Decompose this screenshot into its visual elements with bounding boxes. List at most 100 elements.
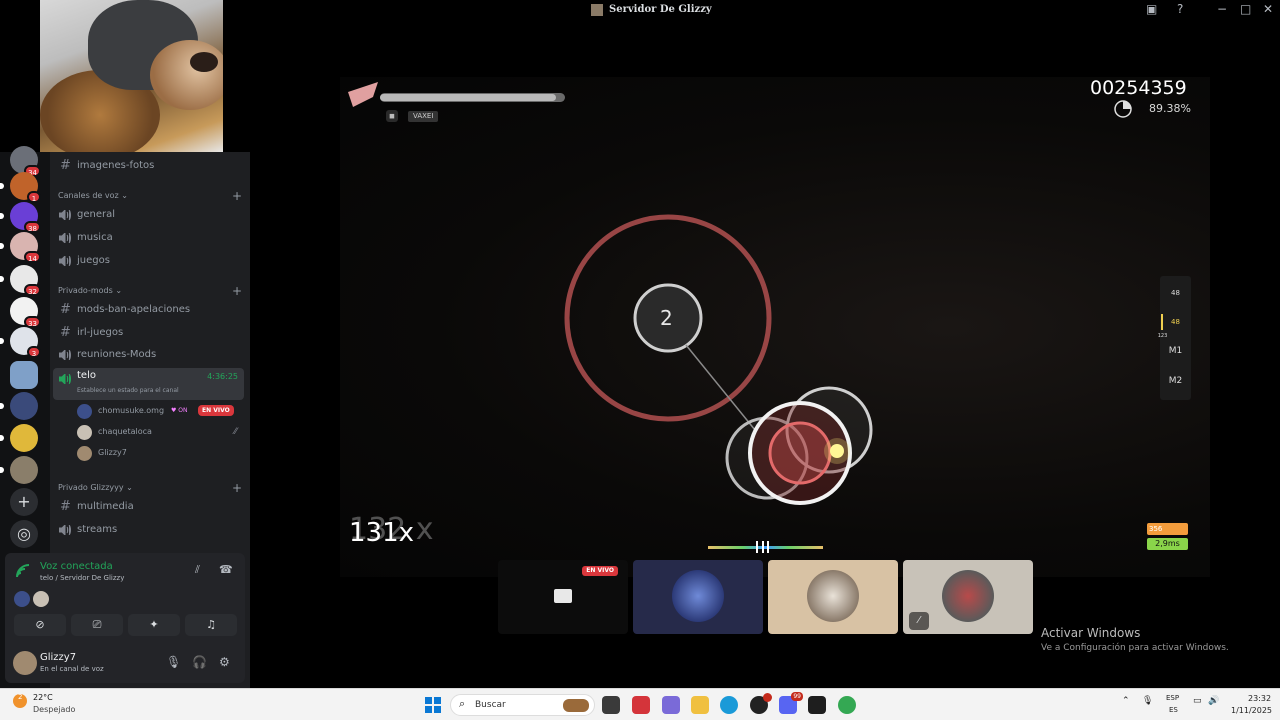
screen-share-icon: [554, 589, 572, 603]
channel-label: musica: [77, 232, 113, 243]
avatar: [807, 570, 859, 622]
microphone-icon[interactable]: 🎙: [166, 655, 181, 669]
help-icon[interactable]: ?: [1177, 2, 1183, 16]
channel-voice[interactable]: juegos: [58, 250, 244, 272]
steam-icon[interactable]: [750, 693, 772, 714]
channel-status-prompt[interactable]: Establece un estado para el canal: [77, 387, 179, 394]
close-button[interactable]: ✕: [1263, 2, 1273, 16]
server-icon[interactable]: 34: [10, 146, 41, 177]
share-screen-button[interactable]: ⎚: [71, 614, 123, 636]
voice-connected-subtitle[interactable]: telo / Servidor De Glizzy: [40, 574, 124, 582]
server-icon[interactable]: 33: [10, 297, 41, 328]
voice-timer: 4:36:25: [207, 372, 238, 381]
activities-button[interactable]: ✦: [128, 614, 180, 636]
participant-tile[interactable]: [768, 560, 898, 634]
speaker-icon: [59, 256, 71, 266]
server-icon-selected[interactable]: [10, 361, 38, 389]
voice-connected-panel: Voz conectada telo / Servidor De Glizzy …: [5, 553, 245, 683]
server-badge: 32: [24, 284, 41, 296]
channel-text[interactable]: # mods-ban-apelaciones: [58, 299, 244, 321]
server-icon[interactable]: 3: [0, 327, 41, 358]
category-header[interactable]: Privado-mods ⌄ +: [58, 283, 244, 299]
hit-circle-number: 2: [660, 306, 673, 330]
server-icon[interactable]: 14: [0, 232, 41, 263]
volume-icon[interactable]: 🔊: [1208, 696, 1219, 706]
speaker-icon: [59, 350, 71, 360]
discover-icon[interactable]: ◎: [10, 520, 38, 548]
add-channel-icon[interactable]: +: [232, 283, 242, 299]
terminal-icon[interactable]: [808, 696, 826, 714]
server-icon[interactable]: 1: [0, 172, 41, 203]
activity-extra: ON: [178, 407, 188, 414]
taskbar-search[interactable]: ⌕ Buscar: [450, 694, 595, 716]
channel-voice[interactable]: musica: [58, 227, 244, 249]
headphones-icon[interactable]: 🎧: [192, 655, 207, 669]
channel-voice[interactable]: streams: [58, 519, 244, 541]
chrome-icon[interactable]: [838, 696, 856, 714]
speaker-icon: [59, 525, 71, 535]
maximize-button[interactable]: □: [1240, 2, 1251, 16]
add-server-icon[interactable]: +: [10, 488, 38, 516]
channel-voice[interactable]: reuniones-Mods: [58, 344, 244, 366]
windows-start-icon[interactable]: [425, 697, 441, 713]
camera-button[interactable]: ⊘: [14, 614, 66, 636]
voice-connected-title: Voz conectada: [40, 561, 113, 572]
clock-time[interactable]: 23:32: [1248, 694, 1271, 703]
webcam-overlay: [40, 0, 223, 152]
server-icon[interactable]: [0, 456, 38, 484]
voice-user[interactable]: chomusuke.omg ♥ ON EN VIVO: [77, 401, 245, 421]
activate-windows-subtitle: Ve a Configuración para activar Windows.: [1041, 643, 1229, 653]
unread-pip: [0, 467, 4, 473]
channel-voice[interactable]: general: [58, 204, 244, 226]
category-header[interactable]: Canales de voz ⌄ +: [58, 188, 244, 204]
participant-tile[interactable]: ⁄: [903, 560, 1033, 634]
stream-tile[interactable]: EN VIVO: [498, 560, 628, 634]
active-voice-channel[interactable]: telo 4:36:25 Establece un estado para el…: [53, 368, 244, 400]
hit-error-tick: [756, 541, 758, 553]
unread-pip: [0, 338, 4, 344]
edge-icon[interactable]: [720, 696, 738, 714]
notification-dot: [763, 693, 772, 702]
settings-gear-icon[interactable]: ⚙: [219, 655, 230, 669]
inbox-icon[interactable]: ▣: [1146, 2, 1157, 16]
voice-user-name: chaquetaloca: [98, 427, 152, 436]
player-icon: ◼: [386, 110, 398, 122]
server-icon[interactable]: 38: [0, 202, 41, 233]
server-badge: 3: [27, 346, 41, 358]
hash-icon: #: [60, 158, 71, 173]
chevron-up-icon[interactable]: ⌃: [1122, 696, 1130, 706]
task-view-icon[interactable]: [602, 696, 620, 714]
user-avatar[interactable]: [13, 651, 37, 675]
active-hit-circle-inner: [768, 421, 832, 485]
channel-text[interactable]: # multimedia: [58, 496, 244, 518]
disconnect-icon[interactable]: ☎: [219, 563, 233, 576]
app-icon[interactable]: [632, 696, 650, 714]
discord-badge: 99: [791, 692, 803, 701]
microphone-icon[interactable]: 🎙: [1142, 696, 1153, 706]
noise-suppression-icon[interactable]: ⫽: [195, 563, 200, 577]
copilot-icon[interactable]: [662, 696, 680, 714]
server-icon[interactable]: [0, 392, 38, 420]
category-header[interactable]: Privado Glizzyyy ⌄ +: [58, 480, 244, 496]
file-explorer-icon[interactable]: [691, 696, 709, 714]
activate-windows-title: Activar Windows: [1041, 626, 1141, 640]
add-channel-icon[interactable]: +: [232, 480, 242, 496]
clock-date[interactable]: 1/11/2025: [1231, 706, 1272, 715]
unread-pip: [0, 213, 4, 219]
channel-label: mods-ban-apelaciones: [77, 304, 191, 315]
channel-text[interactable]: # imagenes-fotos: [58, 155, 244, 177]
discord-icon[interactable]: 99: [779, 692, 803, 714]
avatar: [77, 425, 92, 440]
server-icon[interactable]: [0, 424, 38, 452]
server-icon[interactable]: 32: [0, 265, 41, 296]
minimize-button[interactable]: −: [1217, 2, 1227, 16]
network-icon[interactable]: ▭: [1193, 696, 1202, 706]
soundboard-button[interactable]: ♫: [185, 614, 237, 636]
participant-tile[interactable]: [633, 560, 763, 634]
voice-user[interactable]: Glizzy7: [77, 443, 245, 463]
voice-user[interactable]: chaquetaloca ⁄⁄: [77, 422, 245, 442]
add-channel-icon[interactable]: +: [232, 188, 242, 204]
channel-text[interactable]: # irl-juegos: [58, 322, 244, 344]
language-primary[interactable]: ESP: [1166, 694, 1179, 702]
key-overlay: 48 48 123 M1 M2: [1158, 276, 1191, 400]
